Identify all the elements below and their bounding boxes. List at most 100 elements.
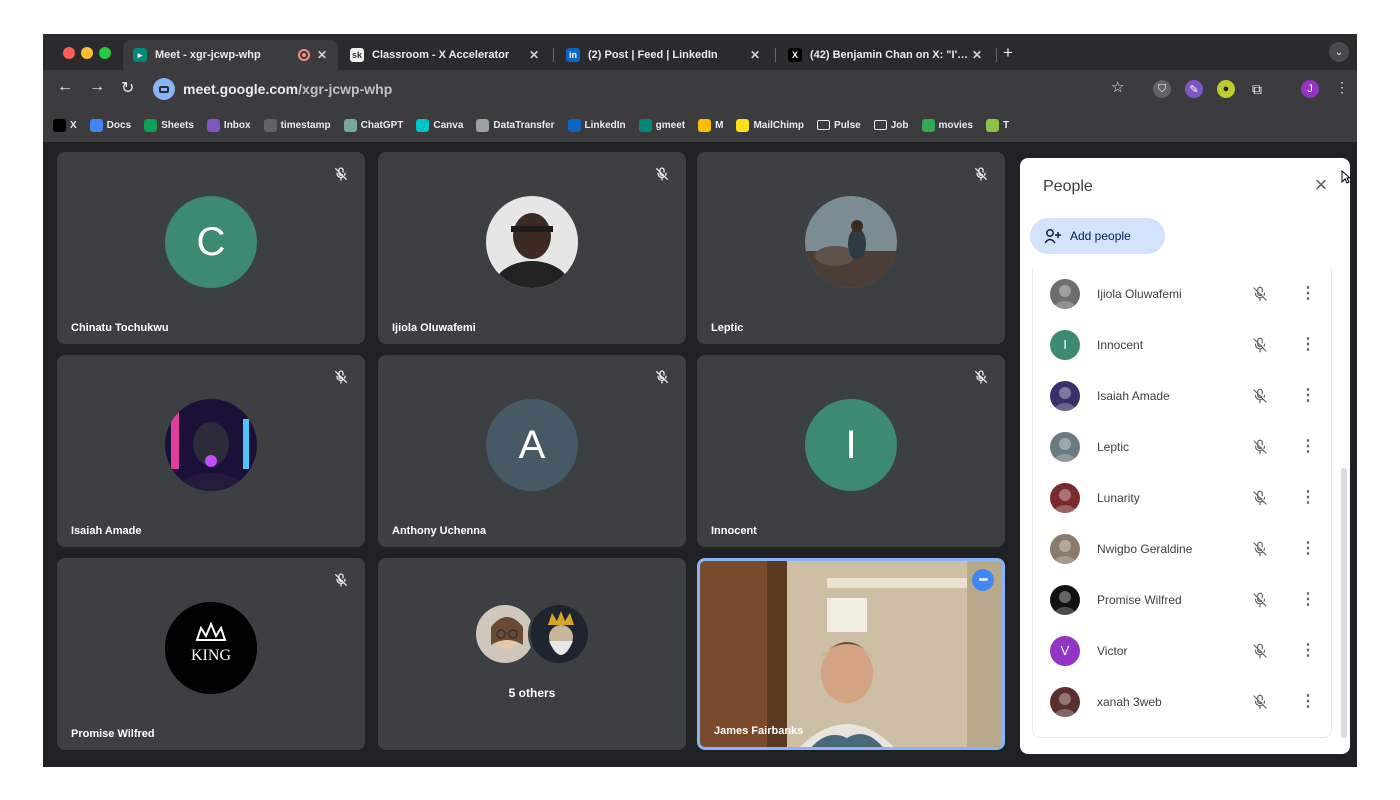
bookmark-docs[interactable]: Docs <box>89 118 131 132</box>
more-options-icon[interactable]: ⋮ <box>1300 693 1316 709</box>
participant-row[interactable]: I Innocent ⋮ <box>1033 319 1333 370</box>
more-options-icon[interactable]: ⋮ <box>1300 387 1316 403</box>
close-tab-icon[interactable]: ✕ <box>526 48 542 62</box>
scrollbar[interactable] <box>1341 468 1347 738</box>
more-options-icon[interactable]: ⋮ <box>1300 336 1316 352</box>
back-icon[interactable]: ← <box>57 78 73 96</box>
more-options-icon[interactable]: ⋮ <box>1300 285 1316 301</box>
participant-row[interactable]: Lunarity ⋮ <box>1033 472 1333 523</box>
close-icon[interactable]: × <box>1308 172 1334 198</box>
more-options-icon[interactable]: ⋮ <box>1300 591 1316 607</box>
participant-tile[interactable]: Leptic <box>697 152 1005 344</box>
mailchimp-icon <box>736 118 750 132</box>
chat-extension-icon[interactable]: ● <box>1217 80 1235 98</box>
more-options-icon[interactable]: ⋮ <box>1300 642 1316 658</box>
url-path: /xgr-jcwp-whp <box>298 81 393 97</box>
mic-off-icon <box>975 370 987 384</box>
tab-meet[interactable]: ▸ Meet - xgr-jcwp-whp ✕ <box>123 40 338 70</box>
bookmark-inbox[interactable]: Inbox <box>206 118 251 132</box>
bookmark-x[interactable]: X <box>53 118 77 132</box>
participant-avatar <box>1050 278 1080 309</box>
participant-tile[interactable]: Ijiola Oluwafemi <box>378 152 686 344</box>
tab-title: (2) Post | Feed | LinkedIn <box>588 49 718 61</box>
folder-icon <box>873 120 887 130</box>
close-tab-icon[interactable]: ✕ <box>747 48 763 62</box>
new-tab-icon[interactable]: + <box>1003 43 1013 63</box>
others-tile[interactable]: 5 others <box>378 558 686 750</box>
globe-icon <box>263 118 277 132</box>
forward-icon[interactable]: → <box>89 78 105 96</box>
more-options-icon[interactable]: ••• <box>972 569 994 591</box>
participant-name: Innocent <box>711 525 757 537</box>
bookmark-label: Pulse <box>834 119 861 131</box>
shield-extension-icon[interactable]: ⛉ <box>1153 80 1171 98</box>
participant-avatar <box>1050 584 1080 615</box>
bookmark-m[interactable]: M <box>698 118 723 132</box>
add-people-button[interactable]: Add people <box>1030 218 1165 254</box>
participant-row[interactable]: Leptic ⋮ <box>1033 421 1333 472</box>
site-info-icon[interactable] <box>153 78 175 100</box>
feather-extension-icon[interactable]: ✎ <box>1185 80 1203 98</box>
more-options-icon[interactable]: ⋮ <box>1300 438 1316 454</box>
menu-kebab-icon[interactable]: ⋮ <box>1335 79 1349 96</box>
url-text: meet.google.com/xgr-jcwp-whp <box>183 81 392 97</box>
tab-x[interactable]: X (42) Benjamin Chan on X: "I'… ✕ <box>778 40 993 70</box>
bookmark-linkedin[interactable]: LinkedIn <box>567 118 626 132</box>
participant-name: Nwigbo Geraldine <box>1097 541 1193 556</box>
participant-avatar <box>1050 686 1080 717</box>
tab-search-icon[interactable]: ⌄ <box>1329 42 1349 62</box>
more-options-icon[interactable]: ⋮ <box>1300 540 1316 556</box>
participant-row[interactable]: Promise Wilfred ⋮ <box>1033 574 1333 625</box>
bookmark-timestamp[interactable]: timestamp <box>263 118 331 132</box>
participant-tile[interactable]: A Anthony Uchenna <box>378 355 686 547</box>
add-person-icon <box>1044 229 1061 244</box>
participant-row[interactable]: Ijiola Oluwafemi ⋮ <box>1033 268 1333 319</box>
participant-row[interactable]: xanah 3web ⋮ <box>1033 676 1333 727</box>
avatar: C <box>165 196 257 288</box>
bookmark-t[interactable]: T <box>985 118 1009 132</box>
bookmark-job[interactable]: Job <box>873 120 909 131</box>
mic-off-icon <box>656 370 668 384</box>
participant-name: Isaiah Amade <box>71 525 142 537</box>
mic-off-icon <box>1253 643 1267 658</box>
profile-avatar[interactable]: J <box>1301 80 1319 98</box>
bookmark-datatransfer[interactable]: DataTransfer <box>476 118 555 132</box>
m-icon <box>698 118 712 132</box>
bookmark-canva[interactable]: Canva <box>416 118 463 132</box>
more-options-icon[interactable]: ⋮ <box>1300 489 1316 505</box>
participant-row[interactable]: Isaiah Amade ⋮ <box>1033 370 1333 421</box>
zoom-window-button[interactable] <box>99 47 111 59</box>
bookmark-gmeet[interactable]: gmeet <box>638 118 685 132</box>
mic-off-icon <box>1253 490 1267 505</box>
address-bar[interactable]: meet.google.com/xgr-jcwp-whp <box>153 75 1313 103</box>
bookmark-star-icon[interactable]: ☆ <box>1111 78 1124 96</box>
self-video-tile[interactable]: ••• James Fairbanks <box>697 558 1005 750</box>
bookmark-sheets[interactable]: Sheets <box>144 118 194 132</box>
others-count: 5 others <box>508 686 556 700</box>
bookmark-movies[interactable]: movies <box>921 118 973 132</box>
mic-off-icon <box>1253 592 1267 607</box>
participant-row[interactable]: V Victor ⋮ <box>1033 625 1333 676</box>
tab-divider <box>775 48 776 62</box>
close-tab-icon[interactable]: ✕ <box>969 48 985 62</box>
chatgpt-icon <box>343 118 357 132</box>
reload-icon[interactable]: ↻ <box>121 78 134 98</box>
participant-tile[interactable]: C Chinatu Tochukwu <box>57 152 365 344</box>
close-tab-icon[interactable]: ✕ <box>314 48 330 62</box>
close-window-button[interactable] <box>63 47 75 59</box>
extensions-icon[interactable]: ⧉ <box>1248 80 1266 98</box>
bookmark-label: timestamp <box>280 119 331 131</box>
tab-linkedin[interactable]: in (2) Post | Feed | LinkedIn ✕ <box>556 40 771 70</box>
participant-tile[interactable]: I Innocent <box>697 355 1005 547</box>
avatar <box>528 603 590 665</box>
participant-tile[interactable]: KING Promise Wilfred <box>57 558 365 750</box>
avatar <box>805 196 897 288</box>
participant-tile[interactable]: Isaiah Amade <box>57 355 365 547</box>
tab-classroom[interactable]: sk Classroom - X Accelerator ✕ <box>340 40 550 70</box>
bookmark-mailchimp[interactable]: MailChimp <box>736 118 804 132</box>
minimize-window-button[interactable] <box>81 47 93 59</box>
bookmark-chatgpt[interactable]: ChatGPT <box>343 118 403 132</box>
bookmark-pulse[interactable]: Pulse <box>817 120 861 131</box>
participant-row[interactable]: Nwigbo Geraldine ⋮ <box>1033 523 1333 574</box>
bookmark-label: Sheets <box>161 119 194 131</box>
